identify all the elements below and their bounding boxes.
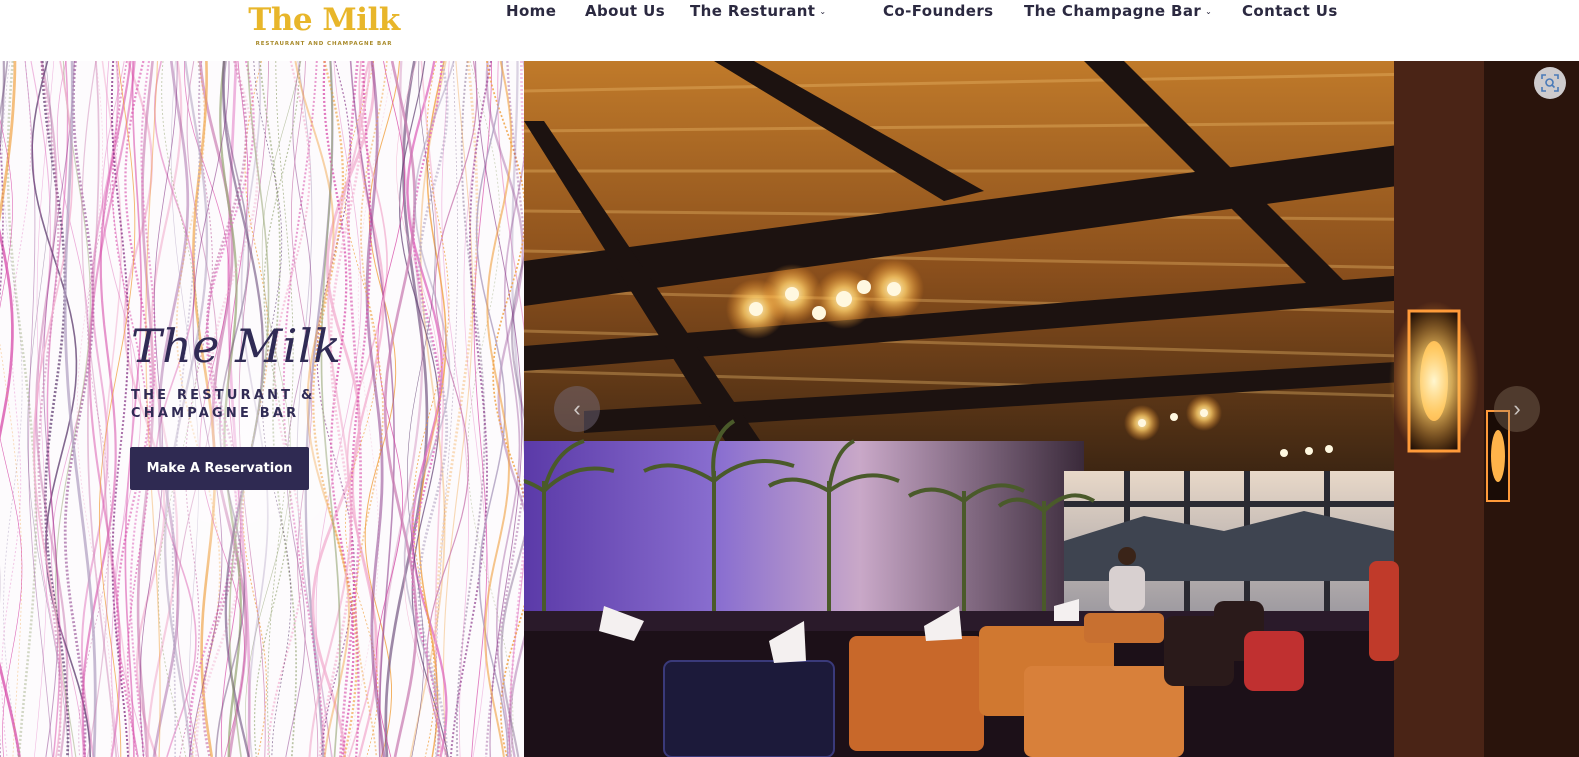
zoom-scan-icon — [1541, 74, 1559, 92]
site-header: The Milk RESTAURANT AND CHAMPAGNE BAR Ho… — [0, 0, 1579, 60]
marble-vein — [442, 61, 474, 757]
chevron-down-icon: ⌄ — [1205, 6, 1213, 16]
hero-image-carousel: ‹ › — [524, 61, 1579, 757]
nav-item-the-resturant[interactable]: The Resturant ⌄ — [690, 2, 827, 20]
chevron-left-icon: ‹ — [573, 396, 581, 421]
nav-label-the-resturant: The Resturant — [690, 2, 816, 20]
carousel-next-button[interactable]: › — [1494, 386, 1540, 432]
nav-label-co-founders: Co-Founders — [883, 2, 994, 20]
make-reservation-button[interactable]: Make A Reservation — [130, 447, 309, 490]
chevron-down-icon: ⌄ — [819, 6, 827, 16]
chevron-right-icon: › — [1513, 396, 1521, 421]
logo-tagline: RESTAURANT AND CHAMPAGNE BAR — [255, 41, 393, 47]
hero-title: The Milk — [131, 319, 342, 373]
nav-item-co-founders[interactable]: Co-Founders — [883, 2, 993, 20]
nav-item-champagne-bar[interactable]: The Champagne Bar ⌄ — [1024, 2, 1212, 20]
nav-label-home: Home — [506, 2, 557, 20]
image-zoom-button[interactable] — [1534, 67, 1566, 99]
hero-subtitle: THE RESTURANT & CHAMPAGNE BAR — [131, 388, 316, 421]
carousel-prev-button[interactable]: ‹ — [554, 386, 600, 432]
main-nav: Home About Us The Resturant ⌄ Co-Founder… — [0, 0, 1579, 24]
nav-item-about-us[interactable]: About Us — [585, 2, 665, 20]
nav-item-home[interactable]: Home — [506, 2, 556, 20]
hero-text-panel: The Milk THE RESTURANT & CHAMPAGNE BAR M… — [0, 61, 524, 757]
nav-label-about-us: About Us — [585, 2, 666, 20]
nav-label-champagne-bar: The Champagne Bar — [1024, 2, 1202, 20]
nav-label-contact-us: Contact Us — [1242, 2, 1338, 20]
restaurant-interior-photo — [524, 61, 1579, 757]
nav-item-contact-us[interactable]: Contact Us — [1242, 2, 1338, 20]
marble-vein — [0, 341, 22, 757]
